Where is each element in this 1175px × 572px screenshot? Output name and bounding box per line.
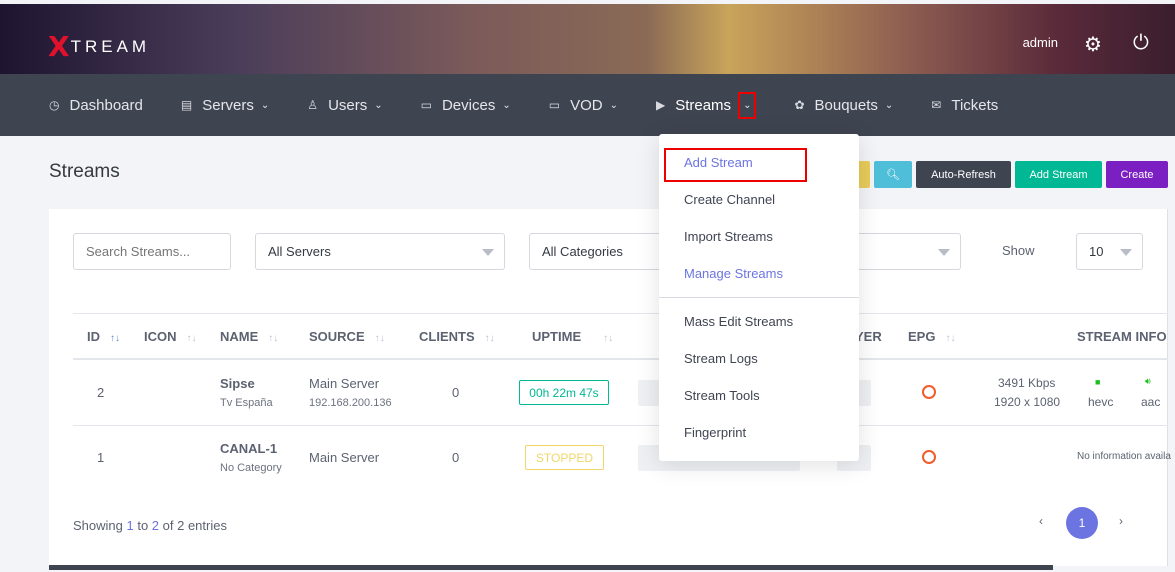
menu-fingerprint[interactable]: Fingerprint [684, 425, 746, 440]
caret-down-icon [938, 249, 950, 256]
stream-name[interactable]: CANAL-1 [220, 441, 277, 456]
chevron-down-icon: ⌄ [502, 99, 511, 111]
audio-codec: aac [1141, 395, 1161, 409]
uptime-badge: 00h 22m 47s [519, 380, 609, 405]
col-stream-info: STREAM INFO [1077, 329, 1167, 344]
chevron-down-icon: ⌄ [884, 99, 894, 111]
stream-source-ip: 192.168.200.136 [309, 397, 392, 409]
devices-icon: ▭ [420, 98, 432, 112]
bouquet-icon: ✿ [794, 98, 805, 112]
nav-dashboard[interactable]: ◷ Dashboard [49, 97, 143, 114]
power-icon[interactable]: ⏻ [1133, 32, 1149, 55]
col-icon[interactable]: ICON ↑↓ [144, 329, 197, 344]
stream-bitrate: 3491 Kbps [998, 376, 1056, 390]
nav-servers[interactable]: ▤ Servers ⌄ [181, 97, 269, 114]
caret-down-icon [482, 249, 494, 256]
nav-tickets[interactable]: ✉ Tickets [931, 97, 998, 114]
menu-create-channel[interactable]: Create Channel [684, 192, 775, 207]
video-icon: ■ [1095, 377, 1101, 387]
chevron-down-icon: ⌄ [374, 99, 383, 111]
search-icon: 🔍︎ [886, 169, 900, 181]
video-icon: ▭ [548, 98, 561, 112]
col-name[interactable]: NAME ↑↓ [220, 329, 278, 344]
top-header: X TREAM admin ⚙ ⏻ [0, 4, 1175, 74]
menu-mass-edit-streams[interactable]: Mass Edit Streams [684, 314, 793, 329]
play-icon: ▶ [655, 98, 666, 112]
search-input[interactable] [73, 233, 231, 270]
col-epg[interactable]: EPG ↑↓ [908, 329, 955, 344]
dashboard-icon: ◷ [49, 98, 60, 112]
page-title: Streams [49, 161, 120, 182]
streams-dropdown-menu: Add Stream Create Channel Import Streams… [659, 134, 859, 461]
action-button[interactable] [638, 380, 660, 406]
search-button[interactable]: 🔍︎ [874, 161, 912, 188]
caret-down-icon [1120, 249, 1132, 256]
stream-source: Main Server [309, 450, 380, 465]
page-size-select[interactable]: 10 [1076, 233, 1143, 270]
col-uptime[interactable]: UPTIME ↑↓ [532, 329, 613, 344]
page-1-button[interactable]: 1 [1066, 507, 1098, 539]
menu-stream-tools[interactable]: Stream Tools [684, 388, 760, 403]
entries-info: Showing 1 to 2 of 2 entries [73, 518, 227, 533]
row-id: 2 [97, 385, 105, 400]
nav-vod[interactable]: ▭ VOD ⌄ [549, 97, 618, 114]
logo[interactable]: X TREAM [48, 30, 150, 63]
col-clients[interactable]: CLIENTS ↑↓ [419, 329, 495, 344]
servers-select[interactable]: All Servers [255, 233, 505, 270]
stream-resolution: 1920 x 1080 [994, 395, 1061, 409]
stopped-badge: STOPPED [525, 445, 604, 470]
menu-manage-streams[interactable]: Manage Streams [684, 266, 783, 281]
create-button[interactable]: Create [1106, 161, 1168, 188]
chevron-down-icon: ⌄ [260, 99, 270, 111]
stream-category: Tv España [220, 397, 273, 409]
stream-name[interactable]: Sipse [220, 376, 255, 391]
horizontal-scrollbar[interactable] [49, 565, 1053, 570]
mail-icon: ✉ [931, 98, 942, 112]
video-codec: hevc [1088, 395, 1114, 409]
prev-page-button[interactable]: ‹ [1039, 514, 1043, 528]
no-info-text: No information availa [1077, 451, 1171, 462]
user-name[interactable]: admin [1023, 35, 1058, 50]
auto-refresh-button[interactable]: Auto-Refresh [916, 161, 1011, 188]
nav-streams[interactable]: ▶ Streams ⌄ [655, 91, 757, 119]
row-id: 1 [97, 450, 105, 465]
menu-import-streams[interactable]: Import Streams [684, 229, 773, 244]
chevron-down-icon[interactable]: ⌄ [738, 91, 757, 119]
stream-category: No Category [220, 462, 282, 474]
audio-icon: 🔊︎ [1145, 376, 1151, 386]
show-label: Show [1002, 243, 1035, 258]
gear-icon[interactable]: ⚙ [1084, 32, 1102, 57]
chevron-down-icon: ⌄ [609, 99, 618, 111]
menu-add-stream[interactable]: Add Stream [684, 155, 753, 170]
main-nav: ◷ Dashboard ▤ Servers ⌄ ♙ Users ⌄ ▭ Devices ⌄ ▭… [0, 74, 1175, 136]
vertical-scrollbar[interactable] [1167, 209, 1168, 566]
menu-divider [659, 297, 859, 298]
add-stream-button[interactable]: Add Stream [1015, 161, 1102, 188]
col-id[interactable]: ID ↑↓ [87, 329, 120, 344]
epg-status-icon [922, 450, 936, 464]
menu-stream-logs[interactable]: Stream Logs [684, 351, 758, 366]
next-page-button[interactable]: › [1119, 514, 1123, 528]
nav-bouquets[interactable]: ✿ Bouquets ⌄ [794, 97, 893, 114]
stream-source: Main Server [309, 376, 380, 391]
user-icon: ♙ [307, 98, 319, 112]
col-player[interactable]: YER [855, 329, 882, 344]
servers-icon: ▤ [180, 98, 193, 112]
epg-status-icon [922, 385, 936, 399]
stream-clients: 0 [452, 385, 460, 400]
nav-devices[interactable]: ▭ Devices ⌄ [421, 97, 511, 114]
col-source[interactable]: SOURCE ↑↓ [309, 329, 385, 344]
nav-users[interactable]: ♙ Users ⌄ [307, 97, 382, 114]
stream-clients: 0 [452, 450, 460, 465]
